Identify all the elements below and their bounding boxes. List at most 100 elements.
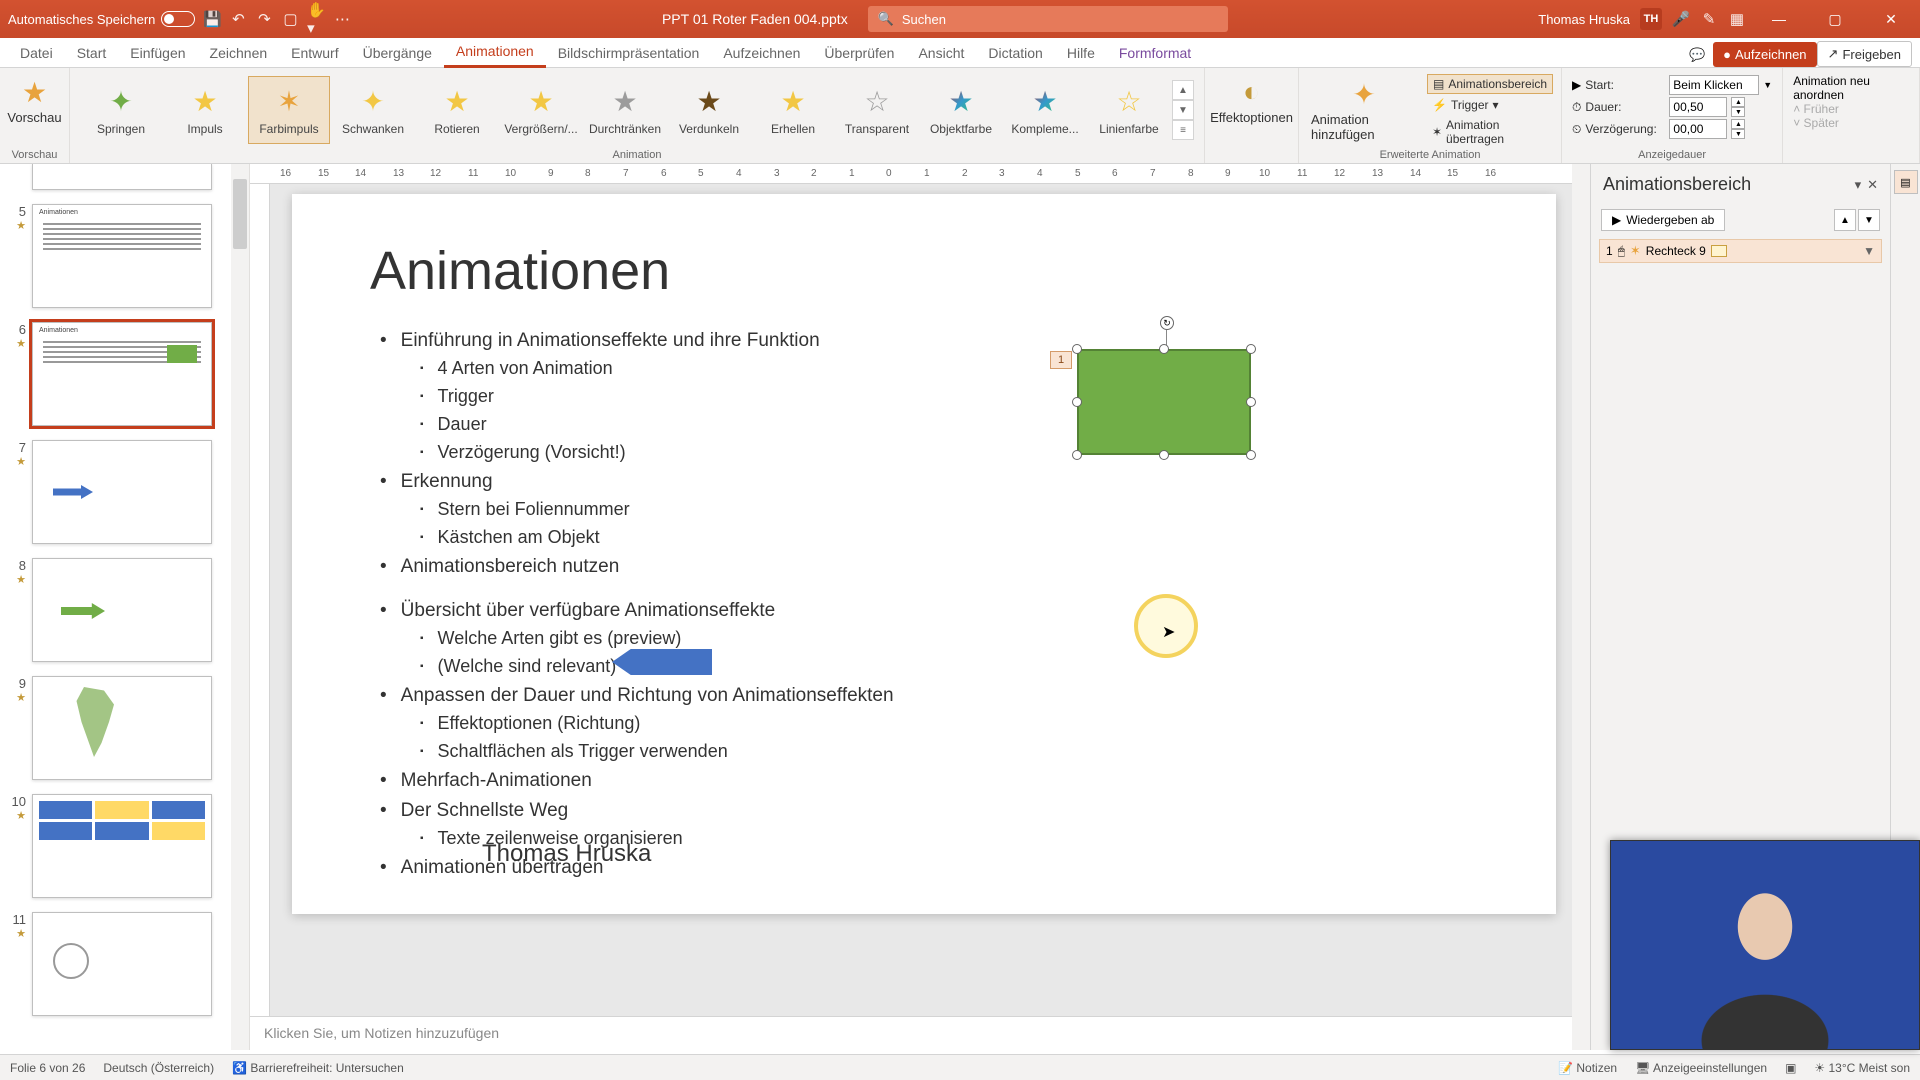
gallery-scroll[interactable]: ▲ ▼ ≡ xyxy=(1172,76,1194,144)
undo-icon[interactable]: ↶ xyxy=(229,10,247,28)
view-normal-icon[interactable]: ▣ xyxy=(1785,1061,1796,1075)
notes-pane[interactable]: Klicken Sie, um Notizen hinzuzufügen xyxy=(250,1016,1572,1050)
sel-handle[interactable] xyxy=(1159,450,1169,460)
weather-widget[interactable]: ☀ 13°C Meist son xyxy=(1814,1061,1910,1075)
thumb-6[interactable]: Animationen xyxy=(32,322,212,426)
effect-verdunkeln[interactable]: ★Verdunkeln xyxy=(668,76,750,144)
tab-bildschirm[interactable]: Bildschirmpräsentation xyxy=(546,39,712,67)
accessibility-status[interactable]: ♿ Barrierefreiheit: Untersuchen xyxy=(232,1061,404,1075)
tab-datei[interactable]: Datei xyxy=(8,39,65,67)
start-select[interactable] xyxy=(1669,75,1759,95)
redo-icon[interactable]: ↷ xyxy=(255,10,273,28)
thumb-10[interactable] xyxy=(32,794,212,898)
thumb-9[interactable] xyxy=(32,676,212,780)
effect-objektfarbe[interactable]: ★Objektfarbe xyxy=(920,76,1002,144)
sel-handle[interactable] xyxy=(1072,397,1082,407)
thumb-8[interactable] xyxy=(32,558,212,662)
sel-handle[interactable] xyxy=(1246,450,1256,460)
green-rectangle-shape[interactable] xyxy=(1077,349,1251,455)
anim-pane-close-icon[interactable]: ✕ xyxy=(1867,177,1878,193)
language-status[interactable]: Deutsch (Österreich) xyxy=(103,1061,214,1075)
sel-handle[interactable] xyxy=(1159,344,1169,354)
anim-pane-dropdown-icon[interactable]: ▾ xyxy=(1855,177,1862,193)
animation-pane-toggle[interactable]: ▤ Animationsbereich xyxy=(1427,74,1553,94)
close-button[interactable]: ✕ xyxy=(1868,0,1914,38)
tab-formformat[interactable]: Formformat xyxy=(1107,39,1203,67)
slide-body[interactable]: Einführung in Animationseffekte und ihre… xyxy=(292,302,1556,882)
present-icon[interactable]: ▢ xyxy=(281,10,299,28)
animation-painter-button[interactable]: ✶ Animation übertragen xyxy=(1427,116,1553,148)
effect-rotieren[interactable]: ★Rotieren xyxy=(416,76,498,144)
delay-input[interactable] xyxy=(1669,119,1727,139)
effect-durchtraenken[interactable]: ★Durchtränken xyxy=(584,76,666,144)
tab-dictation[interactable]: Dictation xyxy=(976,39,1054,67)
minimize-button[interactable]: — xyxy=(1756,0,1802,38)
draw-icon[interactable]: ✎ xyxy=(1700,10,1718,28)
grid-icon[interactable]: ▦ xyxy=(1728,10,1746,28)
comments-button[interactable]: 💬 xyxy=(1681,43,1713,67)
anim-up-button[interactable]: ▲ xyxy=(1834,209,1856,231)
user-avatar[interactable]: TH xyxy=(1640,8,1662,30)
slide-title[interactable]: Animationen xyxy=(292,194,1556,302)
user-name[interactable]: Thomas Hruska xyxy=(1538,12,1630,27)
effect-transparent[interactable]: ☆Transparent xyxy=(836,76,918,144)
record-button[interactable]: ● Aufzeichnen xyxy=(1713,42,1816,67)
play-from-button[interactable]: ▶ Wiedergeben ab xyxy=(1601,209,1725,231)
mic-icon[interactable]: 🎤 xyxy=(1672,10,1690,28)
tab-einfuegen[interactable]: Einfügen xyxy=(118,39,197,67)
duration-spinner[interactable]: ▲▼ xyxy=(1731,97,1745,117)
slide-author[interactable]: Thomas Hruska xyxy=(482,840,651,868)
effect-linienfarbe[interactable]: ☆Linienfarbe xyxy=(1088,76,1170,144)
editor-scrollbar[interactable] xyxy=(1572,164,1590,1050)
thumb-partial[interactable] xyxy=(32,164,212,190)
effect-farbimpuls[interactable]: ✶Farbimpuls xyxy=(248,76,330,144)
toolstrip-btn[interactable]: ▤ xyxy=(1894,170,1918,194)
effect-kompleme[interactable]: ★Kompleme... xyxy=(1004,76,1086,144)
anim-entry-1[interactable]: 1 🖱 ✶ Rechteck 9 ▼ xyxy=(1599,239,1882,263)
tab-ueberpruefen[interactable]: Überprüfen xyxy=(812,39,906,67)
tab-start[interactable]: Start xyxy=(65,39,119,67)
effect-impuls[interactable]: ★Impuls xyxy=(164,76,246,144)
delay-spinner[interactable]: ▲▼ xyxy=(1731,119,1745,139)
tab-hilfe[interactable]: Hilfe xyxy=(1055,39,1107,67)
thumb-scrollbar[interactable] xyxy=(231,164,249,1050)
animation-gallery[interactable]: ✦Springen ★Impuls ✶Farbimpuls ✦Schwanken… xyxy=(78,72,1196,148)
touch-icon[interactable]: ✋▾ xyxy=(307,10,325,28)
preview-button[interactable]: ★ Vorschau xyxy=(3,72,65,129)
anim-entry-dropdown-icon[interactable]: ▼ xyxy=(1863,244,1875,258)
sel-handle[interactable] xyxy=(1072,344,1082,354)
thumb-5[interactable]: Animationen xyxy=(32,204,212,308)
sel-handle[interactable] xyxy=(1246,344,1256,354)
slide-counter[interactable]: Folie 6 von 26 xyxy=(10,1061,85,1075)
qat-more-icon[interactable]: ⋯ xyxy=(333,10,351,28)
anim-down-button[interactable]: ▼ xyxy=(1858,209,1880,231)
gallery-up-icon[interactable]: ▲ xyxy=(1172,80,1194,100)
blue-arrow-shape[interactable] xyxy=(612,649,712,675)
save-icon[interactable]: 💾 xyxy=(203,10,221,28)
tab-entwurf[interactable]: Entwurf xyxy=(279,39,350,67)
effect-options-button[interactable]: ◐ Effektoptionen xyxy=(1206,72,1297,129)
timeline-bar[interactable] xyxy=(1711,245,1727,257)
effect-vergroessern[interactable]: ★Vergrößern/... xyxy=(500,76,582,144)
thumb-7[interactable] xyxy=(32,440,212,544)
effect-springen[interactable]: ✦Springen xyxy=(80,76,162,144)
duration-input[interactable] xyxy=(1669,97,1727,117)
slide-thumbnails[interactable]: 5★Animationen 6★Animationen 7★ 8★ 9★ 10★… xyxy=(0,164,250,1050)
sel-handle[interactable] xyxy=(1072,450,1082,460)
tab-zeichnen[interactable]: Zeichnen xyxy=(198,39,280,67)
tab-ansicht[interactable]: Ansicht xyxy=(906,39,976,67)
autosave-toggle[interactable] xyxy=(161,11,195,27)
tab-aufzeichnen[interactable]: Aufzeichnen xyxy=(711,39,812,67)
animation-tag[interactable]: 1 xyxy=(1050,351,1072,369)
effect-erhellen[interactable]: ★Erhellen xyxy=(752,76,834,144)
trigger-button[interactable]: ⚡ Trigger ▾ xyxy=(1427,96,1553,114)
slide-canvas[interactable]: Animationen Einführung in Animationseffe… xyxy=(292,194,1556,914)
effect-schwanken[interactable]: ✦Schwanken xyxy=(332,76,414,144)
rotate-handle[interactable]: ↻ xyxy=(1160,316,1174,330)
gallery-down-icon[interactable]: ▼ xyxy=(1172,100,1194,120)
display-settings[interactable]: 🖥 Anzeigeeinstellungen xyxy=(1635,1061,1767,1075)
share-button[interactable]: ↗ Freigeben xyxy=(1817,41,1912,67)
thumb-11[interactable] xyxy=(32,912,212,1016)
tab-uebergaenge[interactable]: Übergänge xyxy=(351,39,444,67)
notes-toggle[interactable]: 📝 Notizen xyxy=(1558,1061,1617,1075)
